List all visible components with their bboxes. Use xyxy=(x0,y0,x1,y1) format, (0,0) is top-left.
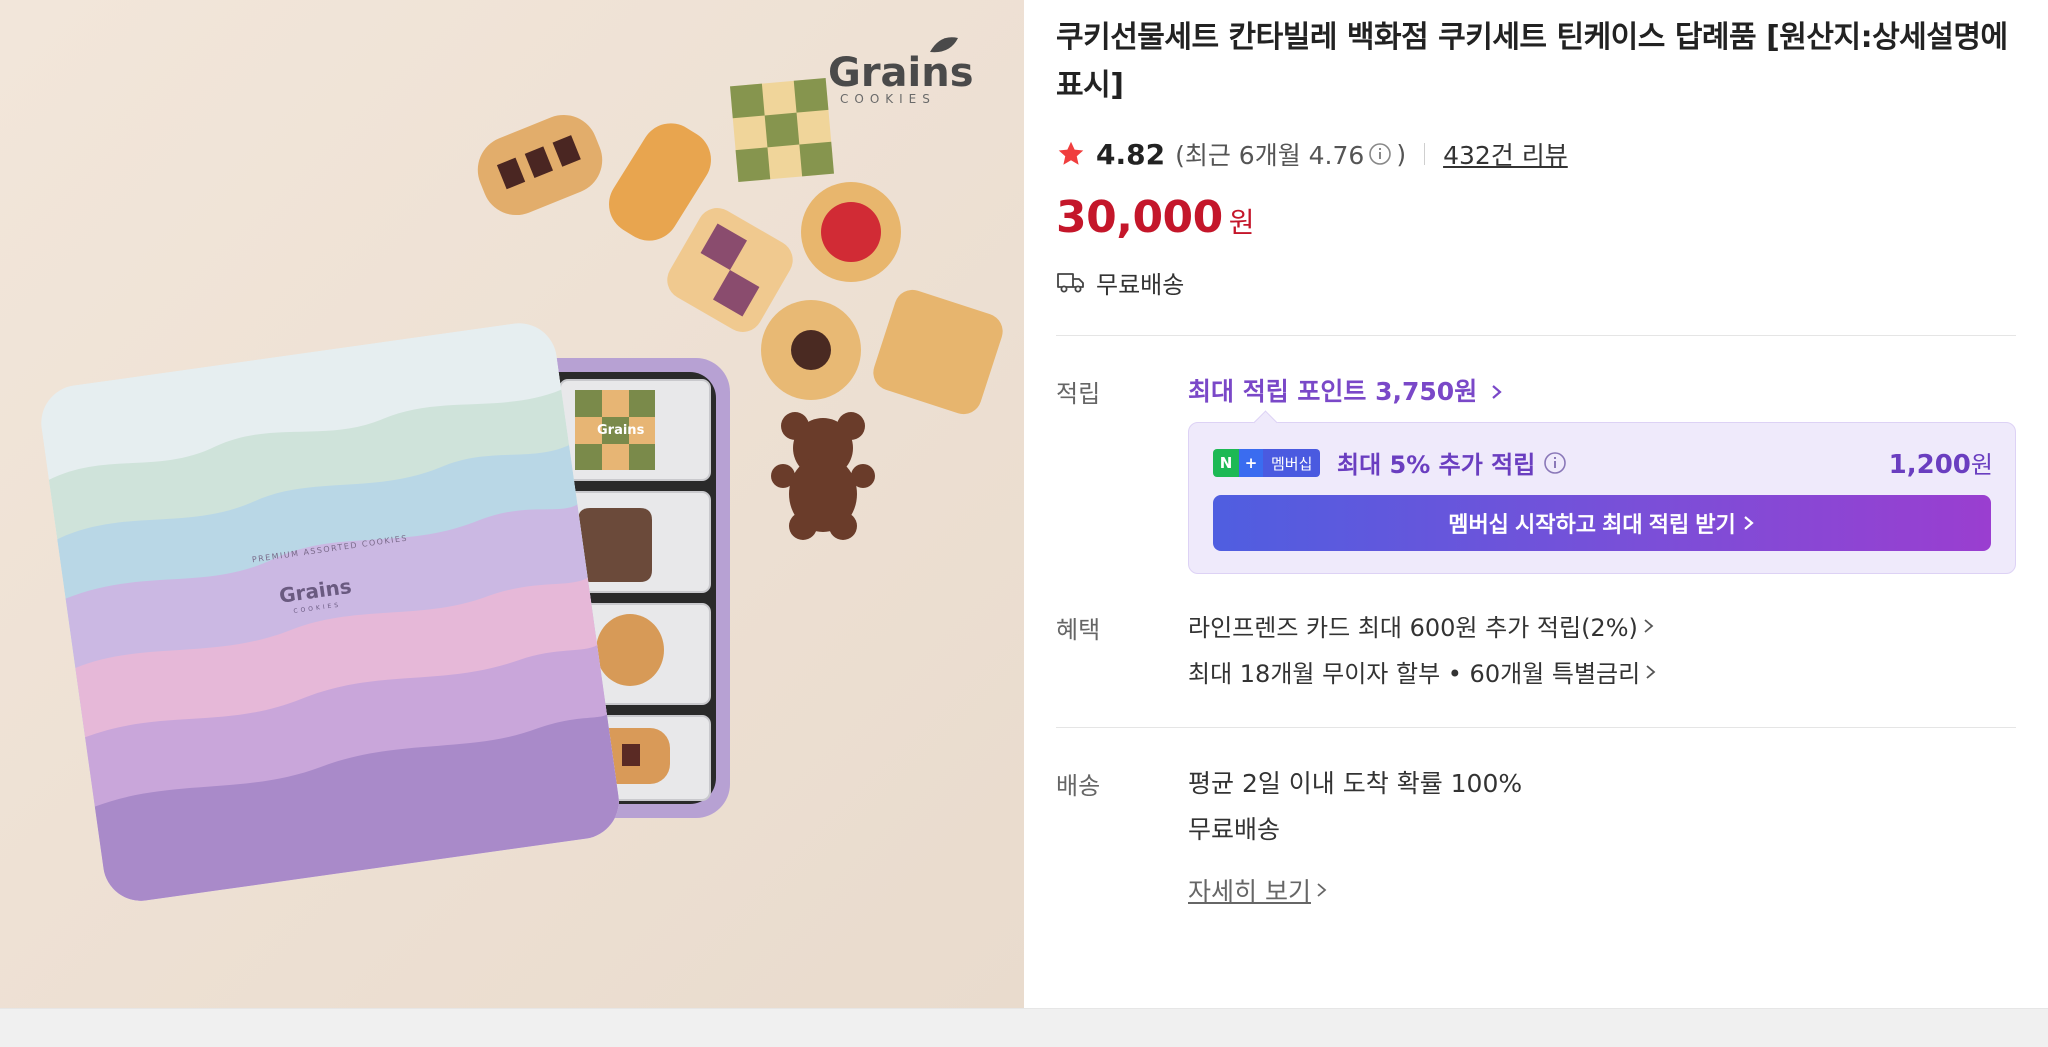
rating-row: 4.82 (최근 6개월 4.76 ) 432건 리뷰 xyxy=(1056,134,1568,174)
delivery-more-link[interactable]: 자세히 보기 xyxy=(1188,872,1329,908)
star-icon xyxy=(1058,141,1084,165)
chevron-right-icon xyxy=(1317,883,1327,897)
price: 30,000 원 xyxy=(1056,192,1255,243)
truck-icon xyxy=(1057,273,1084,293)
recent-rating-close: ) xyxy=(1396,139,1407,169)
price-unit: 원 xyxy=(1228,206,1255,239)
delivery-arrival: 평균 2일 이내 도착 확률 100% xyxy=(1188,769,1523,798)
max-points-text: 최대 적립 포인트 3,750원 xyxy=(1188,377,1478,406)
shipping-summary: 무료배송 xyxy=(1056,264,1184,300)
rating-score: 4.82 xyxy=(1096,137,1166,171)
points-label: 적립 xyxy=(1056,380,1101,408)
benefit-installment-text: 최대 18개월 무이자 할부 • 60개월 특별금리 xyxy=(1188,660,1641,688)
bottom-bar xyxy=(0,1008,2048,1047)
info-icon[interactable] xyxy=(1543,451,1567,475)
membership-amount-value: 1,200 xyxy=(1888,450,1971,480)
recent-rating: (최근 6개월 4.76 xyxy=(1175,141,1365,170)
membership-cta-button[interactable]: 멤버십 시작하고 최대 적립 받기 xyxy=(1213,495,1991,551)
chevron-right-icon xyxy=(1646,664,1656,679)
benefit-card-link[interactable]: 라인프렌즈 카드 최대 600원 추가 적립(2%) xyxy=(1188,608,1656,643)
svg-text:Grains: Grains xyxy=(597,423,645,438)
divider xyxy=(1424,143,1426,165)
chevron-right-icon xyxy=(1744,516,1754,530)
badge-n: N xyxy=(1213,449,1239,477)
badge-text: 멤버십 xyxy=(1263,449,1321,477)
product-title: 쿠키선물세트 칸타빌레 백화점 쿠키세트 틴케이스 답례품 [원산지:상세설명에… xyxy=(1056,20,2008,103)
cookie-tin-lid: PREMIUM ASSORTED COOKIES Grains COOKIES xyxy=(36,318,624,906)
max-points-link[interactable]: 최대 적립 포인트 3,750원 xyxy=(1188,372,1504,408)
membership-extra: 최대 5% 추가 적립 xyxy=(1337,445,1567,480)
membership-badge: N + 멤버십 xyxy=(1213,449,1321,477)
chevron-right-icon xyxy=(1644,618,1654,633)
info-icon[interactable] xyxy=(1368,142,1392,166)
product-info-panel: 쿠키선물세트 칸타빌레 백화점 쿠키세트 틴케이스 답례품 [원산지:상세설명에… xyxy=(1056,0,2018,1008)
divider xyxy=(1056,727,2016,728)
membership-box: N + 멤버십 최대 5% 추가 적립 1,200원 멤버십 시작하고 최대 적… xyxy=(1188,422,2016,574)
product-photo: Grains COOKIES Grains PREMIUM ASSORTED C… xyxy=(0,0,1024,1008)
chevron-right-icon xyxy=(1492,385,1502,399)
membership-amount: 1,200원 xyxy=(1889,445,1993,480)
benefit-installment-link[interactable]: 최대 18개월 무이자 할부 • 60개월 특별금리 xyxy=(1188,654,1658,689)
delivery-label: 배송 xyxy=(1056,772,1101,800)
benefit-card-text: 라인프렌즈 카드 최대 600원 추가 적립(2%) xyxy=(1188,614,1638,642)
shipping-label: 무료배송 xyxy=(1096,270,1185,299)
reviews-link[interactable]: 432건 리뷰 xyxy=(1443,136,1568,172)
delivery-more-text: 자세히 보기 xyxy=(1188,877,1311,906)
product-image[interactable]: Grains COOKIES Grains PREMIUM ASSORTED C… xyxy=(0,0,1024,1008)
price-amount: 30,000 xyxy=(1056,192,1223,243)
membership-extra-text: 최대 5% 추가 적립 xyxy=(1337,451,1536,479)
badge-plus: + xyxy=(1239,449,1263,477)
svg-text:COOKIES: COOKIES xyxy=(840,92,936,106)
svg-text:Grains: Grains xyxy=(828,50,974,96)
divider xyxy=(1056,335,2016,336)
membership-amount-unit: 원 xyxy=(1970,451,1993,479)
delivery-fee: 무료배송 xyxy=(1188,815,1281,844)
benefits-label: 혜택 xyxy=(1056,616,1101,644)
membership-cta-label: 멤버십 시작하고 최대 적립 받기 xyxy=(1448,512,1736,537)
